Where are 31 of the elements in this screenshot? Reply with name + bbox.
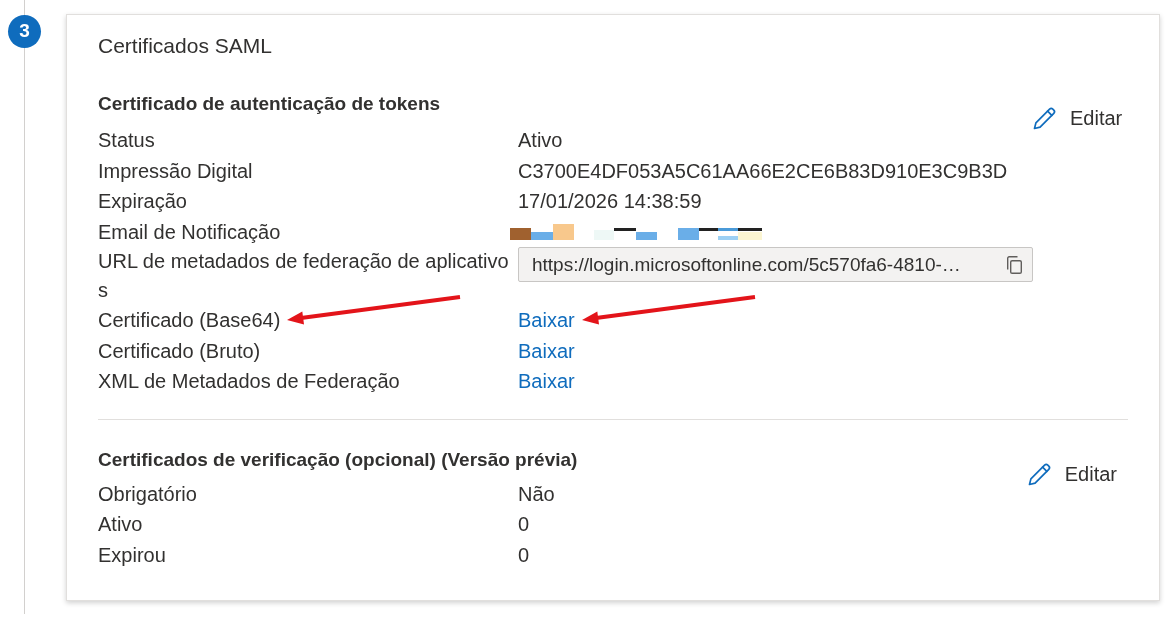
section-heading: Certificado de autenticação de tokens [98, 92, 441, 116]
field-value: 0 [518, 512, 530, 537]
section-heading: Certificados de verificação (opcional) (Versão prévia) [98, 447, 578, 472]
field-label: Impressão Digital [98, 158, 253, 184]
value-link[interactable]: Baixar [518, 335, 575, 366]
step-number-badge: 3 [8, 15, 41, 48]
edit-button[interactable]: Editar [1033, 102, 1134, 134]
field-label: Email de Notificação [98, 219, 281, 245]
field-value: 0 [518, 542, 530, 568]
field-value: Não [518, 481, 555, 507]
field-label: Obrigatório [98, 481, 197, 507]
field-label: Expiração [98, 189, 187, 214]
field-value: C3700E4DF053A5C61AA66E2CE6B83D910E3C9B3D [518, 158, 1008, 184]
url-field[interactable]: https://login.microsoftonline.com/5c570fa6-4810-… [518, 247, 1033, 282]
field-label: Certificado (Base64) [98, 308, 281, 333]
field-value: 17/01/2026 14:38:59 [518, 189, 702, 214]
pencil-icon [1033, 106, 1057, 130]
pencil-icon [1027, 461, 1052, 486]
field-label: URL de metadados de federação de aplicativos [98, 249, 510, 303]
copy-icon[interactable] [1006, 255, 1022, 274]
value-link[interactable]: Baixar [518, 305, 575, 336]
field-label: Ativo [98, 512, 143, 537]
field-value: Ativo [518, 128, 563, 153]
field-label: Status [98, 128, 155, 153]
url-text: https://login.microsoftonline.com/5c570fa6-4810-… [532, 252, 961, 277]
card-title: Certificados SAML [98, 33, 272, 59]
field-label: XML de Metadados de Federação [98, 369, 400, 394]
field-label: Certificado (Bruto) [98, 338, 261, 364]
value-link[interactable]: Baixar [518, 366, 575, 397]
edit-button[interactable]: Editar [1027, 457, 1128, 490]
field-label: Expirou [98, 542, 166, 568]
